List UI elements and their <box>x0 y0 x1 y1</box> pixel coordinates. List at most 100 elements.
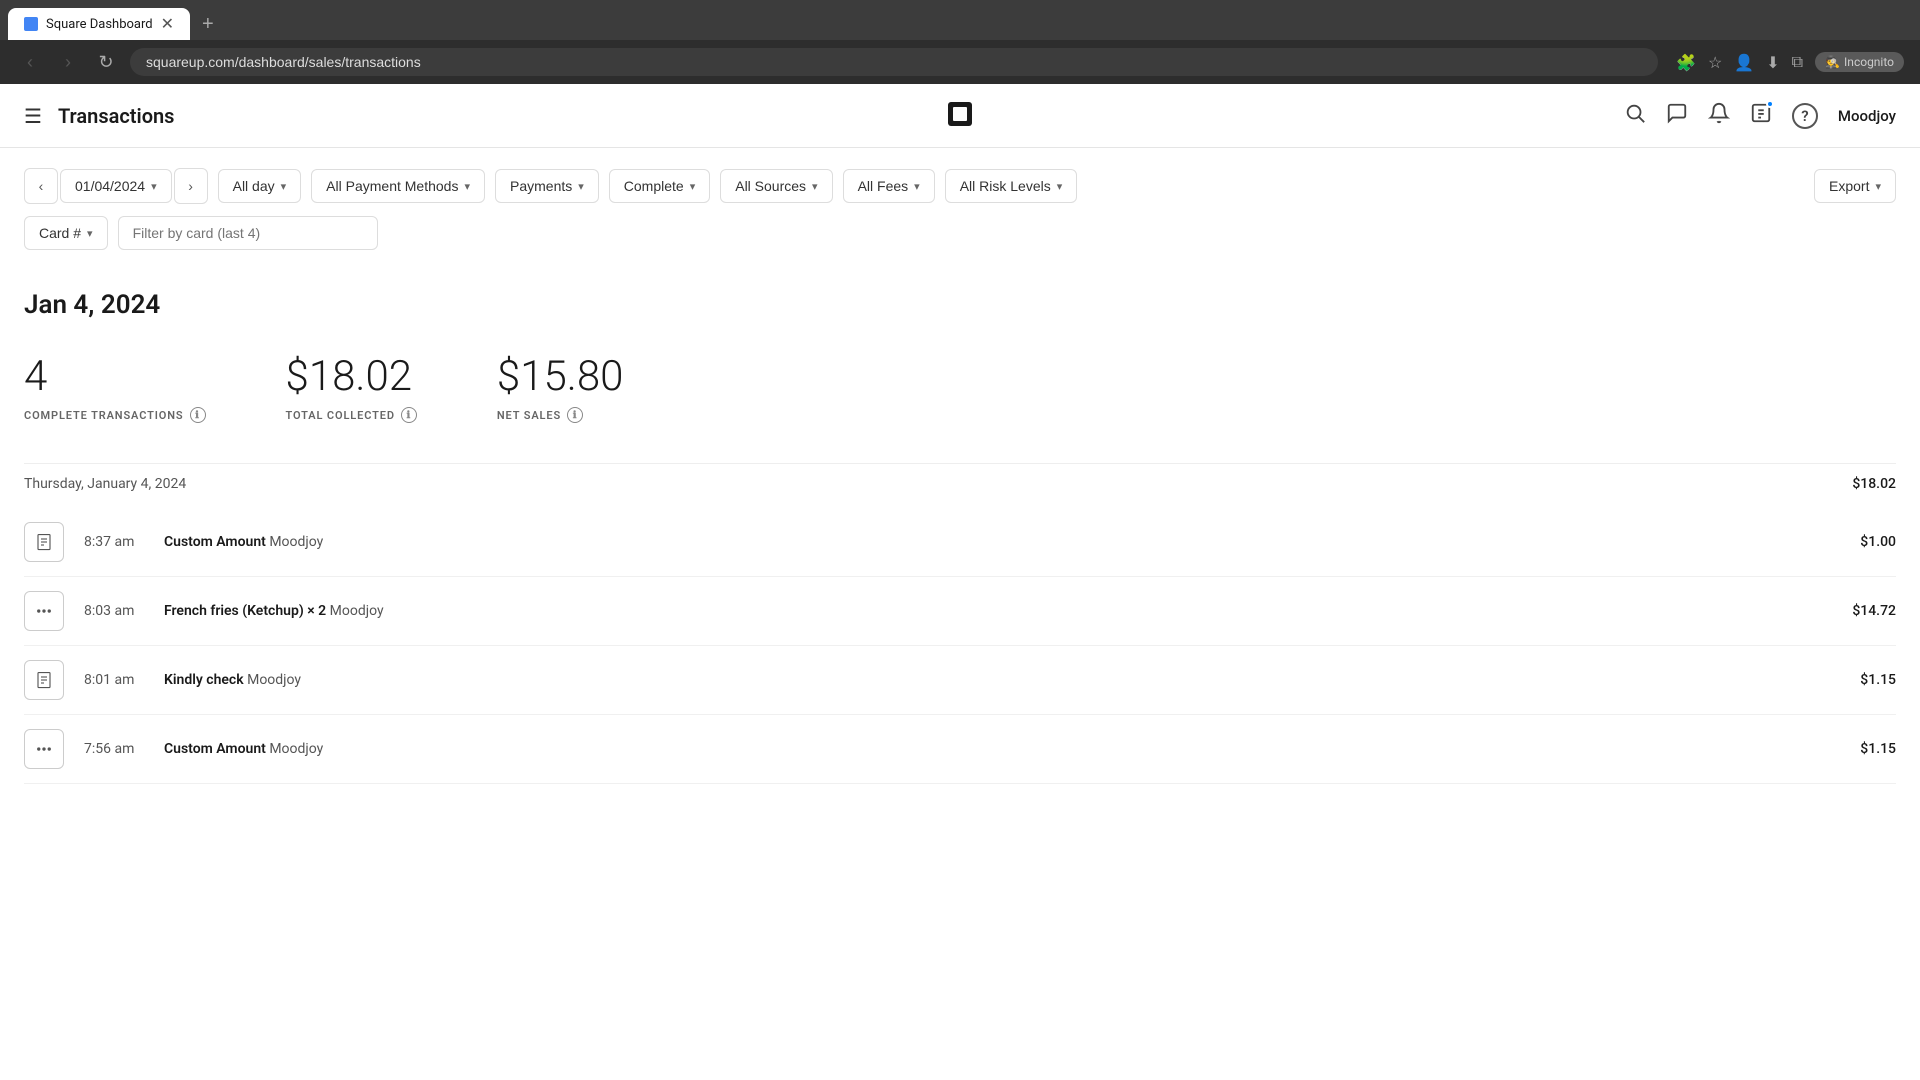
browser-tabs: Square Dashboard ✕ + <box>0 0 1920 40</box>
net-sales-value: $15.80 <box>497 352 624 401</box>
all-day-label: All day <box>233 178 275 194</box>
address-bar[interactable] <box>130 48 1658 76</box>
transactions-label: COMPLETE TRANSACTIONS ℹ <box>24 407 206 423</box>
transaction-amount: $14.72 <box>1852 603 1896 619</box>
export-chevron-icon: ▾ <box>1875 180 1881 193</box>
reports-icon[interactable] <box>1750 102 1772 129</box>
chat-icon[interactable] <box>1666 102 1688 129</box>
forward-button[interactable]: › <box>54 48 82 76</box>
profile-icon[interactable]: 👤 <box>1734 53 1754 72</box>
all-day-filter-button[interactable]: All day ▾ <box>218 169 302 203</box>
all-fees-label: All Fees <box>858 178 909 194</box>
transaction-icon-receipt <box>24 522 64 562</box>
menu-button[interactable]: ☰ <box>24 104 42 128</box>
complete-filter-button[interactable]: Complete ▾ <box>609 169 710 203</box>
bookmark-star-icon[interactable]: ☆ <box>1708 53 1722 72</box>
transaction-description: French fries (Ketchup) × 2 Moodjoy <box>164 603 1852 619</box>
transaction-icon-dots <box>24 591 64 631</box>
transaction-icon-receipt <box>24 660 64 700</box>
net-sales-stat: $15.80 NET SALES ℹ <box>497 352 624 423</box>
date-navigation: ‹ 01/04/2024 ▾ › <box>24 168 208 204</box>
back-button[interactable]: ‹ <box>16 48 44 76</box>
payment-methods-chevron-icon: ▾ <box>464 180 470 193</box>
complete-chevron-icon: ▾ <box>690 180 696 193</box>
section-date: Thursday, January 4, 2024 <box>24 476 186 492</box>
new-tab-button[interactable]: + <box>194 9 222 40</box>
bell-icon[interactable] <box>1708 102 1730 129</box>
next-date-button[interactable]: › <box>174 168 208 204</box>
total-collected-stat: $18.02 TOTAL COLLECTED ℹ <box>286 352 417 423</box>
date-filter-button[interactable]: 01/04/2024 ▾ <box>60 169 172 203</box>
transaction-description: Custom Amount Moodjoy <box>164 534 1860 550</box>
transaction-description: Kindly check Moodjoy <box>164 672 1860 688</box>
app-logo <box>944 98 976 134</box>
transaction-description: Custom Amount Moodjoy <box>164 741 1860 757</box>
header-actions: ? Moodjoy <box>1624 102 1896 129</box>
net-sales-info-icon[interactable]: ℹ <box>567 407 583 423</box>
filters-row: ‹ 01/04/2024 ▾ › All day ▾ All Payment M… <box>0 148 1920 216</box>
all-fees-filter-button[interactable]: All Fees ▾ <box>843 169 935 203</box>
tab-favicon <box>24 17 38 31</box>
transaction-time: 8:37 am <box>84 534 164 550</box>
refresh-button[interactable]: ↻ <box>92 48 120 76</box>
app-header: ☰ Transactions ? Moodjoy <box>0 84 1920 148</box>
payments-filter-button[interactable]: Payments ▾ <box>495 169 599 203</box>
total-collected-info-icon[interactable]: ℹ <box>401 407 417 423</box>
card-number-input[interactable] <box>118 216 378 250</box>
transaction-time: 8:03 am <box>84 603 164 619</box>
total-collected-label: TOTAL COLLECTED ℹ <box>286 407 417 423</box>
date-chevron-icon: ▾ <box>151 180 157 193</box>
date-heading: Jan 4, 2024 <box>24 290 1896 320</box>
notification-dot <box>1766 100 1774 108</box>
export-button[interactable]: Export ▾ <box>1814 169 1896 203</box>
card-filter-row: Card # ▾ <box>0 216 1920 266</box>
total-collected-value: $18.02 <box>286 352 417 401</box>
split-view-icon[interactable]: ⧉ <box>1792 52 1803 72</box>
main-content: Jan 4, 2024 4 COMPLETE TRANSACTIONS ℹ $1… <box>0 266 1920 784</box>
section-date-row: Thursday, January 4, 2024 $18.02 <box>24 463 1896 504</box>
transactions-info-icon[interactable]: ℹ <box>190 407 206 423</box>
payment-methods-label: All Payment Methods <box>326 178 458 194</box>
incognito-icon: 🕵 <box>1825 55 1840 69</box>
payment-methods-filter-button[interactable]: All Payment Methods ▾ <box>311 169 485 203</box>
all-day-chevron-icon: ▾ <box>281 180 287 193</box>
transaction-amount: $1.00 <box>1860 534 1896 550</box>
table-row[interactable]: 7:56 am Custom Amount Moodjoy $1.15 <box>24 715 1896 784</box>
all-risk-levels-label: All Risk Levels <box>960 178 1051 194</box>
all-fees-chevron-icon: ▾ <box>914 180 920 193</box>
section-total: $18.02 <box>1852 476 1896 492</box>
all-risk-levels-chevron-icon: ▾ <box>1057 180 1063 193</box>
card-filter-chevron-icon: ▾ <box>87 227 93 240</box>
all-risk-levels-filter-button[interactable]: All Risk Levels ▾ <box>945 169 1078 203</box>
user-name[interactable]: Moodjoy <box>1838 107 1896 125</box>
card-filter-button[interactable]: Card # ▾ <box>24 216 108 250</box>
prev-date-button[interactable]: ‹ <box>24 168 58 204</box>
table-row[interactable]: 8:37 am Custom Amount Moodjoy $1.00 <box>24 508 1896 577</box>
complete-label: Complete <box>624 178 684 194</box>
transaction-time: 7:56 am <box>84 741 164 757</box>
active-tab[interactable]: Square Dashboard ✕ <box>8 8 190 40</box>
payments-chevron-icon: ▾ <box>578 180 584 193</box>
extensions-icon[interactable]: 🧩 <box>1676 53 1696 72</box>
incognito-label: Incognito <box>1844 55 1894 69</box>
help-icon[interactable]: ? <box>1792 103 1818 129</box>
tab-close-button[interactable]: ✕ <box>161 16 174 32</box>
table-row[interactable]: 8:03 am French fries (Ketchup) × 2 Moodj… <box>24 577 1896 646</box>
transaction-time: 8:01 am <box>84 672 164 688</box>
card-filter-label: Card # <box>39 225 81 241</box>
transactions-section: Thursday, January 4, 2024 $18.02 8:37 am… <box>24 463 1896 784</box>
table-row[interactable]: 8:01 am Kindly check Moodjoy $1.15 <box>24 646 1896 715</box>
stats-row: 4 COMPLETE TRANSACTIONS ℹ $18.02 TOTAL C… <box>24 352 1896 423</box>
tab-title: Square Dashboard <box>46 17 153 32</box>
browser-chrome: Square Dashboard ✕ + ‹ › ↻ 🧩 ☆ 👤 ⬇ ⧉ 🕵 I… <box>0 0 1920 84</box>
all-sources-filter-button[interactable]: All Sources ▾ <box>720 169 832 203</box>
search-icon[interactable] <box>1624 102 1646 129</box>
download-icon[interactable]: ⬇ <box>1766 53 1779 72</box>
all-sources-label: All Sources <box>735 178 806 194</box>
browser-toolbar: ‹ › ↻ 🧩 ☆ 👤 ⬇ ⧉ 🕵 Incognito <box>0 40 1920 84</box>
square-logo-icon <box>944 98 976 130</box>
transaction-icon-dots <box>24 729 64 769</box>
browser-toolbar-icons: 🧩 ☆ 👤 ⬇ ⧉ 🕵 Incognito <box>1676 52 1904 72</box>
incognito-badge: 🕵 Incognito <box>1815 52 1904 72</box>
payments-label: Payments <box>510 178 572 194</box>
